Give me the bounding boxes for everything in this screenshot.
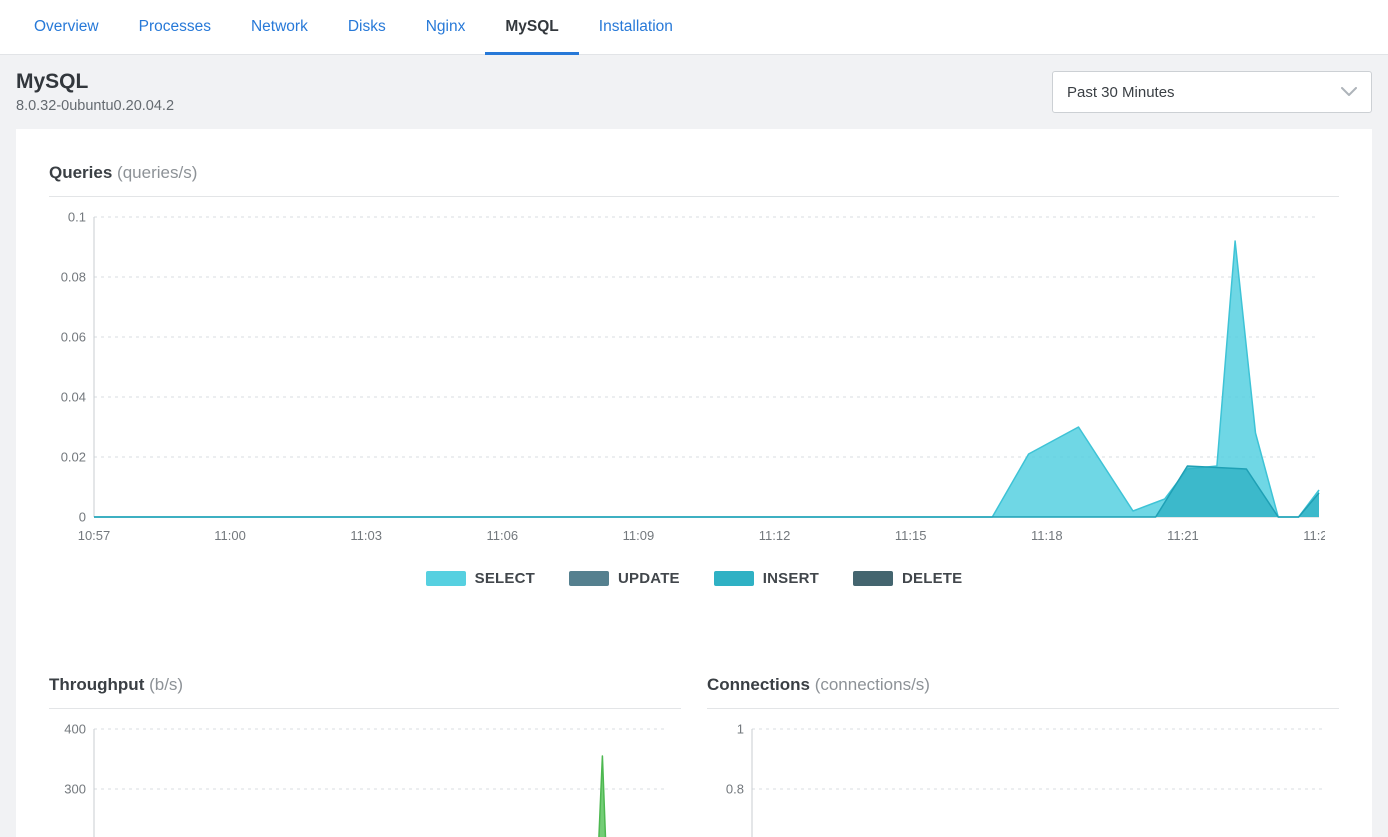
tab-nginx[interactable]: Nginx (406, 0, 486, 54)
tab-mysql[interactable]: MySQL (485, 0, 578, 54)
chart-title-text: Throughput (49, 675, 144, 694)
page-header: MySQL 8.0.32-0ubuntu0.20.04.2 Past 30 Mi… (0, 55, 1388, 129)
legend-swatch (426, 571, 466, 586)
tab-bar: Overview Processes Network Disks Nginx M… (0, 0, 1388, 55)
svg-text:0.8: 0.8 (726, 782, 744, 797)
svg-text:11:21: 11:21 (1167, 528, 1199, 543)
title-block: MySQL 8.0.32-0ubuntu0.20.04.2 (16, 70, 174, 114)
legend-item-select: SELECT (426, 570, 535, 587)
queries-chart: 0 0.02 0.04 0.06 0.08 0.1 10:57 11:00 11:03 11:06… (49, 201, 1325, 549)
tab-processes[interactable]: Processes (119, 0, 231, 54)
legend-item-delete: DELETE (853, 570, 962, 587)
version-subtitle: 8.0.32-0ubuntu0.20.04.2 (16, 98, 174, 114)
svg-text:0.02: 0.02 (61, 450, 86, 465)
divider (49, 708, 681, 709)
tab-network[interactable]: Network (231, 0, 328, 54)
time-range-select[interactable]: Past 30 Minutes (1052, 71, 1372, 113)
svg-text:0.06: 0.06 (61, 330, 86, 345)
legend-item-update: UPDATE (569, 570, 680, 587)
tab-installation[interactable]: Installation (579, 0, 693, 54)
throughput-chart-section: Throughput (b/s) 0100200300400 (49, 675, 681, 837)
legend-item-insert: INSERT (714, 570, 819, 587)
chevron-down-icon (1341, 87, 1357, 97)
svg-text:300: 300 (64, 782, 86, 797)
svg-text:10:57: 10:57 (78, 528, 111, 543)
svg-text:400: 400 (64, 722, 86, 737)
svg-text:11:00: 11:00 (214, 528, 246, 543)
page-title: MySQL (16, 70, 174, 94)
charts-card: Queries (queries/s) 0 0.02 0.04 0.06 0.08 0.1… (16, 129, 1372, 837)
connections-chart: 00.20.40.60.81 (707, 713, 1330, 837)
queries-chart-section: Queries (queries/s) 0 0.02 0.04 0.06 0.08 0.1… (49, 163, 1339, 587)
connections-chart-title: Connections (connections/s) (707, 675, 1339, 695)
throughput-chart-title: Throughput (b/s) (49, 675, 681, 695)
chart-title-unit: (queries/s) (117, 163, 197, 182)
svg-text:0.08: 0.08 (61, 270, 86, 285)
legend-swatch (714, 571, 754, 586)
divider (49, 196, 1339, 197)
svg-text:11:06: 11:06 (487, 528, 519, 543)
legend-label: SELECT (475, 570, 535, 587)
svg-text:0.1: 0.1 (68, 210, 86, 225)
chart-title-unit: (b/s) (149, 675, 183, 694)
svg-text:0: 0 (79, 510, 86, 525)
tab-overview[interactable]: Overview (14, 0, 119, 54)
legend-label: DELETE (902, 570, 962, 587)
queries-chart-title: Queries (queries/s) (49, 163, 1339, 183)
svg-text:11:18: 11:18 (1031, 528, 1063, 543)
connections-chart-section: Connections (connections/s) 00.20.40.60.… (707, 675, 1339, 837)
svg-text:1: 1 (737, 722, 744, 737)
tab-disks[interactable]: Disks (328, 0, 406, 54)
svg-text:11:15: 11:15 (895, 528, 927, 543)
legend-label: UPDATE (618, 570, 680, 587)
divider (707, 708, 1339, 709)
svg-text:11:24: 11:24 (1303, 528, 1325, 543)
svg-text:11:03: 11:03 (350, 528, 382, 543)
legend-swatch (569, 571, 609, 586)
queries-chart-legend: SELECT UPDATE INSERT DELETE (49, 570, 1339, 587)
time-range-value: Past 30 Minutes (1067, 84, 1175, 101)
secondary-charts-row: Throughput (b/s) 0100200300400 Connectio… (49, 675, 1339, 837)
svg-text:11:09: 11:09 (623, 528, 655, 543)
legend-label: INSERT (763, 570, 819, 587)
chart-title-unit: (connections/s) (815, 675, 930, 694)
chart-title-text: Queries (49, 163, 112, 182)
svg-text:11:12: 11:12 (759, 528, 791, 543)
chart-title-text: Connections (707, 675, 810, 694)
legend-swatch (853, 571, 893, 586)
svg-text:0.04: 0.04 (61, 390, 86, 405)
throughput-chart: 0100200300400 (49, 713, 672, 837)
